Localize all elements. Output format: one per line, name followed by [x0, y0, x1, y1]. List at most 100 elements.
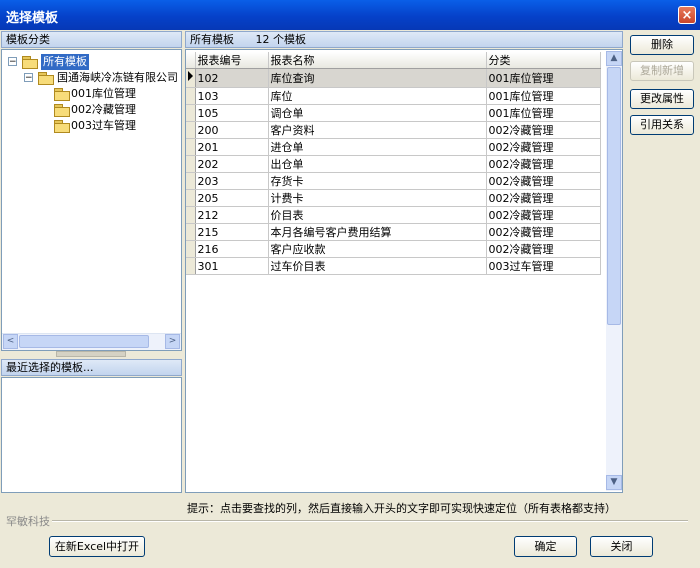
scroll-down-icon[interactable]: ▼ — [606, 475, 622, 490]
delete-button[interactable]: 删除 — [630, 35, 694, 55]
cell-id[interactable]: 301 — [195, 257, 269, 275]
row-indicator — [186, 138, 196, 156]
collapse-icon[interactable]: − — [8, 57, 17, 67]
table-row[interactable]: 215 本月各编号客户费用结算 002冷藏管理 — [186, 223, 601, 241]
table-row[interactable]: 301 过车价目表 003过车管理 — [186, 257, 601, 275]
table-row[interactable]: 205 计费卡 002冷藏管理 — [186, 189, 601, 207]
tree-node-label: 003过车管理 — [71, 119, 136, 132]
cell-name[interactable]: 本月各编号客户费用结算 — [268, 223, 487, 241]
cell-name[interactable]: 库位 — [268, 87, 487, 105]
row-indicator — [186, 121, 196, 139]
table-row[interactable]: 105 调仓单 001库位管理 — [186, 104, 601, 122]
scroll-right-icon[interactable]: > — [165, 334, 180, 349]
table-row[interactable]: 201 进仓单 002冷藏管理 — [186, 138, 601, 156]
templates-grid[interactable]: 报表编号 报表名称 分类 102 库位查询 001库位管理 103 库位 001库位管理 1… — [186, 52, 601, 275]
open-in-excel-button[interactable]: 在新Excel中打开 — [49, 536, 145, 557]
category-tree: − 所有模板 − 国通海峡冷冻链有限公司 001库位管理 002冷藏管理 003… — [1, 49, 182, 351]
row-indicator — [186, 240, 196, 258]
ok-button[interactable]: 确定 — [514, 536, 577, 557]
tree-node-label: 002冷藏管理 — [71, 103, 136, 116]
references-button[interactable]: 引用关系 — [630, 115, 694, 135]
scroll-thumb[interactable] — [19, 335, 149, 348]
cell-name[interactable]: 调仓单 — [268, 104, 487, 122]
close-button[interactable]: 关闭 — [590, 536, 653, 557]
table-row[interactable]: 212 价目表 002冷藏管理 — [186, 206, 601, 224]
cell-category[interactable]: 002冷藏管理 — [486, 206, 601, 224]
cell-id[interactable]: 212 — [195, 206, 269, 224]
collapse-icon[interactable]: − — [24, 73, 33, 83]
table-row[interactable]: 200 客户资料 002冷藏管理 — [186, 121, 601, 139]
table-row[interactable]: 202 出仓单 002冷藏管理 — [186, 155, 601, 173]
splitter-handle[interactable] — [56, 351, 126, 357]
folder-icon — [54, 120, 70, 133]
column-header-category[interactable]: 分类 — [486, 52, 601, 69]
cell-category[interactable]: 002冷藏管理 — [486, 155, 601, 173]
cell-name[interactable]: 价目表 — [268, 206, 487, 224]
cell-name[interactable]: 进仓单 — [268, 138, 487, 156]
tree-horizontal-scrollbar[interactable]: < > — [2, 333, 181, 350]
cell-id[interactable]: 216 — [195, 240, 269, 258]
cell-id[interactable]: 103 — [195, 87, 269, 105]
recent-templates-header: 最近选择的模板... — [1, 359, 182, 376]
cell-category[interactable]: 002冷藏管理 — [486, 189, 601, 207]
row-indicator — [186, 87, 196, 105]
table-row[interactable]: 102 库位查询 001库位管理 — [186, 68, 601, 88]
table-row[interactable]: 216 客户应收款 002冷藏管理 — [186, 240, 601, 258]
template-category-header: 模板分类 — [1, 31, 182, 48]
cell-name[interactable]: 客户应收款 — [268, 240, 487, 258]
row-indicator — [186, 257, 196, 275]
arrow-right-icon — [188, 71, 193, 81]
folder-icon — [22, 56, 38, 69]
window-title: 选择模板 — [6, 11, 59, 26]
cell-name[interactable]: 库位查询 — [268, 68, 487, 88]
cell-id[interactable]: 203 — [195, 172, 269, 190]
cell-category[interactable]: 002冷藏管理 — [486, 240, 601, 258]
cell-id[interactable]: 105 — [195, 104, 269, 122]
current-row-arrow-icon — [186, 68, 196, 88]
grid-vertical-scrollbar[interactable]: ▲ ▼ — [606, 51, 622, 491]
change-properties-button[interactable]: 更改属性 — [630, 89, 694, 109]
cell-category[interactable]: 002冷藏管理 — [486, 121, 601, 139]
cell-category[interactable]: 001库位管理 — [486, 87, 601, 105]
row-indicator — [186, 155, 196, 173]
scroll-left-icon[interactable]: < — [3, 334, 18, 349]
cell-name[interactable]: 计费卡 — [268, 189, 487, 207]
tree-node-label: 国通海峡冷冻链有限公司 — [57, 71, 178, 84]
table-row[interactable]: 203 存货卡 002冷藏管理 — [186, 172, 601, 190]
template-count: 12 个模板 — [255, 33, 307, 46]
copy-add-button[interactable]: 复制新增 — [630, 61, 694, 81]
cell-category[interactable]: 002冷藏管理 — [486, 172, 601, 190]
cell-id[interactable]: 102 — [195, 68, 269, 88]
tree-node-label: 001库位管理 — [71, 87, 136, 100]
cell-id[interactable]: 205 — [195, 189, 269, 207]
header-label: 所有模板 — [190, 33, 234, 46]
row-indicator — [186, 223, 196, 241]
cell-category[interactable]: 001库位管理 — [486, 104, 601, 122]
scroll-thumb[interactable] — [607, 67, 621, 325]
cell-id[interactable]: 200 — [195, 121, 269, 139]
recent-templates-list[interactable] — [1, 377, 182, 493]
cell-category[interactable]: 001库位管理 — [486, 68, 601, 88]
cell-category[interactable]: 002冷藏管理 — [486, 138, 601, 156]
cell-id[interactable]: 201 — [195, 138, 269, 156]
hint-text: 提示：点击要查找的列，然后直接输入开头的文字即可实现快速定位（所有表格都支持） — [187, 502, 616, 515]
cell-name[interactable]: 存货卡 — [268, 172, 487, 190]
scroll-up-icon[interactable]: ▲ — [606, 51, 622, 66]
column-header-id[interactable]: 报表编号 — [195, 52, 269, 69]
cell-category[interactable]: 002冷藏管理 — [486, 223, 601, 241]
cell-id[interactable]: 202 — [195, 155, 269, 173]
column-header-name[interactable]: 报表名称 — [268, 52, 487, 69]
folder-icon — [54, 104, 70, 117]
grid-header-row: 报表编号 报表名称 分类 — [186, 52, 601, 69]
cell-name[interactable]: 客户资料 — [268, 121, 487, 139]
cell-id[interactable]: 215 — [195, 223, 269, 241]
table-row[interactable]: 103 库位 001库位管理 — [186, 87, 601, 105]
close-icon[interactable]: × — [678, 6, 696, 24]
row-indicator — [186, 104, 196, 122]
cell-name[interactable]: 过车价目表 — [268, 257, 487, 275]
cell-category[interactable]: 003过车管理 — [486, 257, 601, 275]
cell-name[interactable]: 出仓单 — [268, 155, 487, 173]
row-indicator — [186, 206, 196, 224]
folder-icon — [54, 88, 70, 101]
row-indicator — [186, 172, 196, 190]
